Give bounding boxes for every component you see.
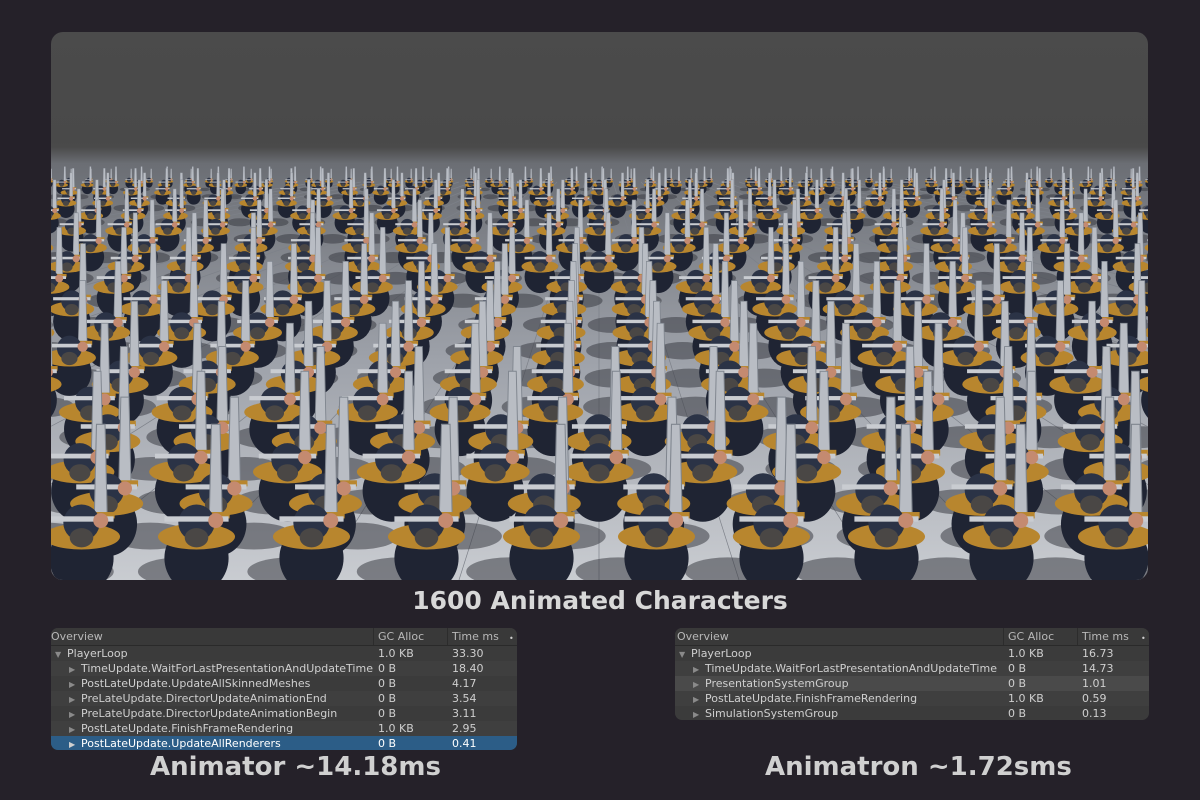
row-gc-alloc: 0 B [378, 662, 397, 675]
profiler-row[interactable]: ▼ PlayerLoop 1.0 KB 33.30 [51, 646, 517, 661]
row-gc-alloc: 0 B [378, 737, 397, 750]
row-time-ms: 0.13 [1082, 707, 1107, 720]
row-name: ▶ PreLateUpdate.DirectorUpdateAnimationEn… [69, 691, 327, 707]
row-label: PlayerLoop [67, 647, 128, 660]
column-gc-alloc[interactable]: GC Alloc [378, 628, 424, 646]
expand-right-icon[interactable]: ▶ [69, 707, 81, 722]
animatron-caption: Animatron ~1.72sms [765, 752, 1072, 782]
profiler-row[interactable]: ▼ PlayerLoop 1.0 KB 16.73 [675, 646, 1149, 661]
row-time-ms: 14.73 [1082, 662, 1114, 675]
row-time-ms: 2.95 [452, 722, 477, 735]
expand-right-icon[interactable]: ▶ [69, 692, 81, 707]
row-time-ms: 1.01 [1082, 677, 1107, 690]
crowd-render [51, 166, 1148, 580]
profiler-row[interactable]: ▶ PostLateUpdate.UpdateAllSkinnedMeshes 0 … [51, 676, 517, 691]
expand-right-icon[interactable]: ▶ [693, 662, 705, 677]
profiler-row[interactable]: ▶ PostLateUpdate.UpdateAllRenderers 0 B 0.4… [51, 736, 517, 750]
row-gc-alloc: 0 B [378, 692, 397, 705]
row-gc-alloc: 1.0 KB [1008, 692, 1044, 705]
column-overview[interactable]: Overview [51, 628, 103, 646]
profiler-row[interactable]: ▶ PreLateUpdate.DirectorUpdateAnimationEn… [51, 691, 517, 706]
row-name: ▼ PlayerLoop [679, 646, 752, 662]
expand-right-icon[interactable]: ▶ [69, 737, 81, 750]
row-name: ▶ PresentationSystemGroup [693, 676, 849, 692]
row-label: PostLateUpdate.UpdateAllRenderers [81, 737, 281, 750]
animator-caption: Animator ~14.18ms [150, 752, 441, 782]
expand-right-icon[interactable]: ▶ [69, 662, 81, 677]
profiler-row[interactable]: ▶ TimeUpdate.WaitForLastPresentationAndUp… [51, 661, 517, 676]
row-gc-alloc: 0 B [378, 707, 397, 720]
column-time-ms[interactable]: Time ms [452, 628, 499, 646]
row-time-ms: 33.30 [452, 647, 484, 660]
row-time-ms: 4.17 [452, 677, 477, 690]
row-name: ▶ TimeUpdate.WaitForLastPresentationAndUp… [69, 661, 373, 677]
row-name: ▶ SimulationSystemGroup [693, 706, 838, 720]
animator-profiler-panel: Overview GC Alloc Time ms • ▼ PlayerLoop 1… [51, 628, 517, 750]
animatron-profiler-panel: Overview GC Alloc Time ms • ▼ PlayerLoop 1… [675, 628, 1149, 720]
row-label: PostLateUpdate.FinishFrameRendering [81, 722, 294, 735]
row-name: ▶ PostLateUpdate.FinishFrameRendering [69, 721, 293, 737]
row-time-ms: 0.41 [452, 737, 477, 750]
scene-viewport [51, 32, 1148, 580]
row-label: PreLateUpdate.DirectorUpdateAnimationBeg… [81, 707, 338, 720]
row-gc-alloc: 1.0 KB [378, 647, 414, 660]
row-time-ms: 16.73 [1082, 647, 1114, 660]
character [1071, 166, 1092, 200]
row-label: PlayerLoop [691, 647, 752, 660]
profiler-header: Overview GC Alloc Time ms • [675, 628, 1149, 646]
row-gc-alloc: 0 B [1008, 662, 1027, 675]
row-time-ms: 3.11 [452, 707, 477, 720]
column-divider[interactable] [1077, 628, 1078, 645]
expand-down-icon[interactable]: ▼ [55, 647, 67, 662]
row-name: ▶ PreLateUpdate.DirectorUpdateAnimationBe… [69, 706, 337, 722]
profiler-row[interactable]: ▶ TimeUpdate.WaitForLastPresentationAndUp… [675, 661, 1149, 676]
row-name: ▶ TimeUpdate.WaitForLastPresentationAndUp… [693, 661, 997, 677]
expand-right-icon[interactable]: ▶ [693, 677, 705, 692]
row-gc-alloc: 1.0 KB [378, 722, 414, 735]
row-gc-alloc: 0 B [1008, 707, 1027, 720]
row-label: TimeUpdate.WaitForLastPresentationAndUpd… [81, 662, 373, 675]
row-time-ms: 3.54 [452, 692, 477, 705]
expand-down-icon[interactable]: ▼ [679, 647, 691, 662]
row-time-ms: 0.59 [1082, 692, 1107, 705]
row-name: ▶ PostLateUpdate.FinishFrameRendering [693, 691, 917, 707]
row-time-ms: 18.40 [452, 662, 484, 675]
column-divider[interactable] [373, 628, 374, 645]
row-name: ▼ PlayerLoop [55, 646, 128, 662]
column-overview[interactable]: Overview [677, 628, 729, 646]
profiler-row[interactable]: ▶ PostLateUpdate.FinishFrameRendering 1.0 … [51, 721, 517, 736]
column-time-ms[interactable]: Time ms [1082, 628, 1129, 646]
profiler-row[interactable]: ▶ PostLateUpdate.FinishFrameRendering 1.0 … [675, 691, 1149, 706]
character [299, 168, 314, 192]
row-label: PostLateUpdate.FinishFrameRendering [705, 692, 918, 705]
expand-right-icon[interactable]: ▶ [69, 677, 81, 692]
profiler-header: Overview GC Alloc Time ms • [51, 628, 517, 646]
scene-title: 1600 Animated Characters [412, 586, 788, 615]
row-label: PresentationSystemGroup [705, 677, 849, 690]
row-gc-alloc: 0 B [1008, 677, 1027, 690]
profiler-row[interactable]: ▶ PreLateUpdate.DirectorUpdateAnimationBe… [51, 706, 517, 721]
row-gc-alloc: 0 B [378, 677, 397, 690]
row-label: PreLateUpdate.DirectorUpdateAnimationEnd [81, 692, 327, 705]
expand-right-icon[interactable]: ▶ [69, 722, 81, 737]
row-label: SimulationSystemGroup [705, 707, 839, 720]
row-name: ▶ PostLateUpdate.UpdateAllRenderers [69, 736, 281, 750]
profiler-row[interactable]: ▶ SimulationSystemGroup 0 B 0.13 [675, 706, 1149, 720]
character [73, 166, 94, 200]
character [479, 168, 494, 192]
column-divider[interactable] [1003, 628, 1004, 645]
expand-right-icon[interactable]: ▶ [693, 692, 705, 707]
column-gc-alloc[interactable]: GC Alloc [1008, 628, 1054, 646]
profiler-row[interactable]: ▶ PresentationSystemGroup 0 B 1.01 [675, 676, 1149, 691]
row-gc-alloc: 1.0 KB [1008, 647, 1044, 660]
row-label: PostLateUpdate.UpdateAllSkinnedMeshes [81, 677, 311, 690]
row-name: ▶ PostLateUpdate.UpdateAllSkinnedMeshes [69, 676, 310, 692]
expand-right-icon[interactable]: ▶ [693, 707, 705, 720]
row-label: TimeUpdate.WaitForLastPresentationAndUpd… [705, 662, 997, 675]
column-divider[interactable] [447, 628, 448, 645]
